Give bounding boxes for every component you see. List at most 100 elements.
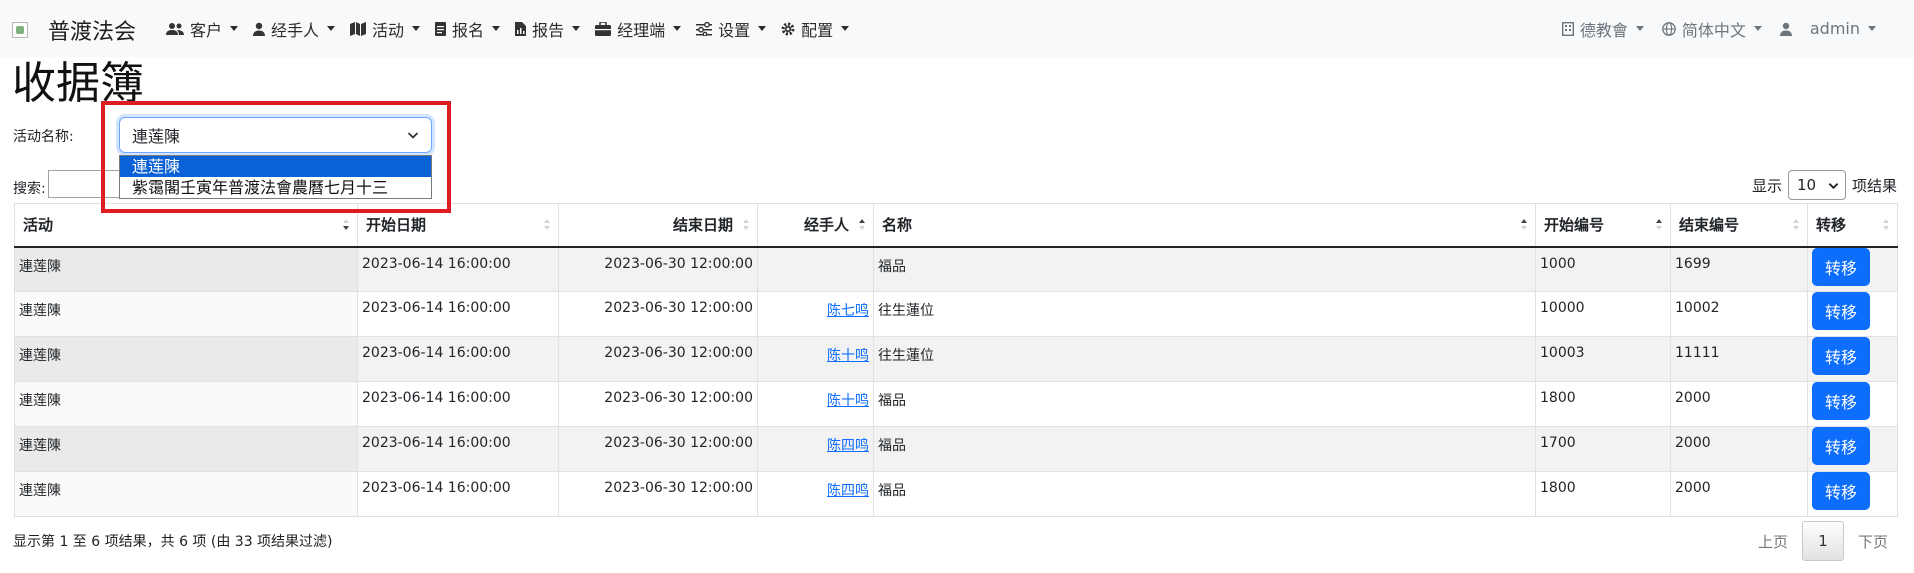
- nav-label: 经理端: [617, 20, 666, 40]
- column-header-start-date[interactable]: 开始日期: [357, 203, 559, 248]
- activity-option[interactable]: 紫霭閣壬寅年普渡法會農曆七月十三: [120, 177, 431, 198]
- main-nav: 客户 经手人 活动 报名 报告 经理端 设置 配置: [166, 0, 864, 57]
- cell-end-date: 2023-06-30 12:00:00: [558, 336, 758, 382]
- nav-label: 配置: [801, 20, 834, 40]
- column-header-end-number[interactable]: 结束编号: [1670, 203, 1808, 248]
- handler-link[interactable]: 陈七鸣: [827, 303, 869, 319]
- cell-transfer: 转移: [1807, 471, 1898, 517]
- search-input[interactable]: [48, 170, 128, 198]
- cell-activity: 連莲陳: [14, 336, 358, 382]
- sort-icon: [1793, 218, 1799, 232]
- activity-option[interactable]: 連莲陳: [120, 156, 431, 177]
- brand-title[interactable]: 普渡法会: [48, 14, 136, 46]
- column-header-end-date[interactable]: 结束日期: [558, 203, 758, 248]
- nav-organization[interactable]: 德教會: [1561, 17, 1644, 41]
- cell-end-number: 2000: [1670, 381, 1808, 427]
- handler-link[interactable]: 陈十鸣: [827, 348, 869, 364]
- chevron-down-icon: [407, 132, 419, 139]
- cell-activity: 連莲陳: [14, 471, 358, 517]
- transfer-button[interactable]: 转移: [1812, 472, 1870, 510]
- chevron-down-icon: [327, 26, 336, 31]
- nav-handlers[interactable]: 经手人: [253, 17, 336, 41]
- cell-start-number: 1700: [1535, 426, 1671, 472]
- prev-page-button[interactable]: 上页: [1744, 531, 1802, 552]
- cell-start-number: 1800: [1535, 471, 1671, 517]
- nav-label: 活动: [372, 20, 405, 40]
- cell-end-number: 1699: [1670, 246, 1808, 292]
- column-header-start-number[interactable]: 开始编号: [1535, 203, 1671, 248]
- cell-transfer: 转移: [1807, 336, 1898, 382]
- user-nav: 德教會 简体中文 admin: [1544, 0, 1876, 57]
- cell-end-date: 2023-06-30 12:00:00: [558, 246, 758, 292]
- nav-label: 设置: [718, 20, 751, 40]
- map-icon: [350, 21, 367, 36]
- sort-icon: [743, 218, 749, 232]
- chevron-down-icon: [572, 26, 581, 31]
- page-length-select[interactable]: 10: [1787, 170, 1846, 200]
- document-icon: [435, 21, 447, 36]
- building-icon: [1561, 21, 1574, 36]
- activity-select-value: 連莲陳: [132, 127, 181, 146]
- transfer-button[interactable]: 转移: [1812, 337, 1870, 375]
- cell-name: 往生蓮位: [873, 336, 1536, 382]
- search-label: 搜索:: [13, 181, 46, 197]
- sort-icon: [544, 218, 550, 232]
- nav-customers[interactable]: 客户: [166, 17, 239, 41]
- briefcase-icon: [595, 21, 612, 36]
- column-header-handler[interactable]: 经手人: [757, 203, 874, 248]
- cell-start-date: 2023-06-14 16:00:00: [357, 246, 559, 292]
- handler-link[interactable]: 陈四鸣: [827, 483, 869, 499]
- column-header-transfer[interactable]: 转移: [1807, 203, 1898, 248]
- cell-activity: 連莲陳: [14, 246, 358, 292]
- table-row: 連莲陳 2023-06-14 16:00:00 2023-06-30 12:00…: [14, 246, 1898, 292]
- handler-link[interactable]: 陈四鸣: [827, 438, 869, 454]
- nav-settings[interactable]: 设置: [696, 17, 767, 41]
- transfer-button[interactable]: 转移: [1812, 292, 1870, 330]
- nav-label: 简体中文: [1681, 20, 1746, 40]
- cell-start-date: 2023-06-14 16:00:00: [357, 381, 559, 427]
- nav-label: 经手人: [271, 20, 320, 40]
- brand-logo-icon[interactable]: [12, 22, 28, 38]
- transfer-button[interactable]: 转移: [1812, 427, 1870, 465]
- cell-name: 往生蓮位: [873, 291, 1536, 337]
- transfer-button[interactable]: 转移: [1812, 247, 1870, 286]
- table-row: 連莲陳 2023-06-14 16:00:00 2023-06-30 12:00…: [14, 336, 1898, 382]
- file-chart-icon: [515, 21, 527, 36]
- length-suffix: 项结果: [1851, 176, 1897, 195]
- cell-end-number: 10002: [1670, 291, 1808, 337]
- globe-icon: [1661, 21, 1676, 36]
- nav-label: 客户: [190, 20, 223, 40]
- nav-registration[interactable]: 报名: [435, 17, 501, 41]
- cell-name: 福品: [873, 471, 1536, 517]
- transfer-button[interactable]: 转移: [1812, 382, 1870, 420]
- receipt-book-table-wrap: 活动 开始日期 结束日期 经手人 名称 开始编号 结束编号 转移 連莲陳 202…: [14, 203, 1898, 517]
- nav-reports[interactable]: 报告: [515, 17, 581, 41]
- table-info-text: 显示第 1 至 6 项结果，共 6 项 (由 33 项结果过滤): [13, 534, 333, 550]
- cell-end-date: 2023-06-30 12:00:00: [558, 381, 758, 427]
- chevron-down-icon: [1868, 26, 1876, 31]
- user-icon: [253, 22, 266, 36]
- nav-activities[interactable]: 活动: [350, 17, 421, 41]
- cell-transfer: 转移: [1807, 426, 1898, 472]
- chevron-down-icon: [1828, 183, 1839, 190]
- cell-transfer: 转移: [1807, 381, 1898, 427]
- cell-end-date: 2023-06-30 12:00:00: [558, 471, 758, 517]
- column-header-name[interactable]: 名称: [873, 203, 1536, 248]
- users-icon: [166, 22, 184, 35]
- next-page-button[interactable]: 下页: [1844, 531, 1902, 552]
- chevron-down-icon: [841, 26, 850, 31]
- chevron-down-icon: [1635, 26, 1644, 31]
- nav-user-menu[interactable]: admin: [1779, 19, 1876, 38]
- nav-label: admin: [1809, 19, 1860, 38]
- nav-label: 德教會: [1579, 20, 1628, 40]
- nav-language[interactable]: 简体中文: [1661, 17, 1762, 41]
- page-button-current[interactable]: 1: [1801, 521, 1844, 561]
- user-icon: [1779, 22, 1792, 36]
- nav-manager[interactable]: 经理端: [595, 17, 682, 41]
- handler-link[interactable]: 陈十鸣: [827, 393, 869, 409]
- activity-select[interactable]: 連莲陳: [119, 117, 432, 153]
- column-header-activity[interactable]: 活动: [14, 203, 358, 248]
- cell-end-date: 2023-06-30 12:00:00: [558, 426, 758, 472]
- page-length-control: 显示 10 项结果: [1752, 170, 1897, 200]
- nav-config[interactable]: 配置: [781, 17, 850, 41]
